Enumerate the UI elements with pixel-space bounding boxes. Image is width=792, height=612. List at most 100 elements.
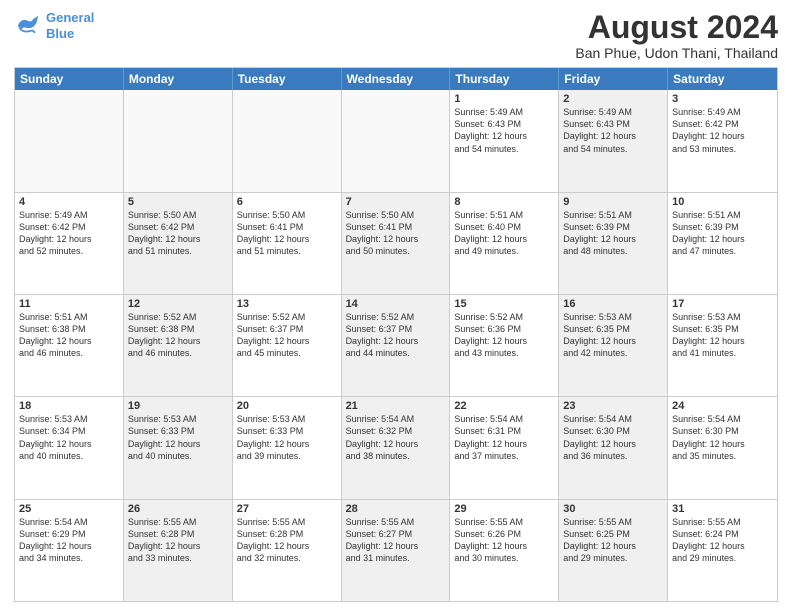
day-cell-11: 11Sunrise: 5:51 AM Sunset: 6:38 PM Dayli…: [15, 295, 124, 396]
day-info: Sunrise: 5:49 AM Sunset: 6:43 PM Dayligh…: [454, 106, 554, 155]
day-number: 22: [454, 400, 554, 412]
day-number: 25: [19, 503, 119, 515]
day-info: Sunrise: 5:50 AM Sunset: 6:41 PM Dayligh…: [346, 209, 446, 258]
day-cell-12: 12Sunrise: 5:52 AM Sunset: 6:38 PM Dayli…: [124, 295, 233, 396]
day-number: 30: [563, 503, 663, 515]
day-info: Sunrise: 5:52 AM Sunset: 6:38 PM Dayligh…: [128, 311, 228, 360]
day-header-saturday: Saturday: [668, 68, 777, 90]
day-cell-14: 14Sunrise: 5:52 AM Sunset: 6:37 PM Dayli…: [342, 295, 451, 396]
day-info: Sunrise: 5:51 AM Sunset: 6:39 PM Dayligh…: [563, 209, 663, 258]
day-header-sunday: Sunday: [15, 68, 124, 90]
day-cell-22: 22Sunrise: 5:54 AM Sunset: 6:31 PM Dayli…: [450, 397, 559, 498]
day-cell-19: 19Sunrise: 5:53 AM Sunset: 6:33 PM Dayli…: [124, 397, 233, 498]
day-header-friday: Friday: [559, 68, 668, 90]
day-header-tuesday: Tuesday: [233, 68, 342, 90]
day-cell-31: 31Sunrise: 5:55 AM Sunset: 6:24 PM Dayli…: [668, 500, 777, 601]
day-info: Sunrise: 5:53 AM Sunset: 6:33 PM Dayligh…: [128, 413, 228, 462]
day-cell-15: 15Sunrise: 5:52 AM Sunset: 6:36 PM Dayli…: [450, 295, 559, 396]
day-cell-17: 17Sunrise: 5:53 AM Sunset: 6:35 PM Dayli…: [668, 295, 777, 396]
day-cell-8: 8Sunrise: 5:51 AM Sunset: 6:40 PM Daylig…: [450, 193, 559, 294]
day-info: Sunrise: 5:51 AM Sunset: 6:40 PM Dayligh…: [454, 209, 554, 258]
day-cell-23: 23Sunrise: 5:54 AM Sunset: 6:30 PM Dayli…: [559, 397, 668, 498]
week-row-2: 4Sunrise: 5:49 AM Sunset: 6:42 PM Daylig…: [15, 192, 777, 294]
day-cell-4: 4Sunrise: 5:49 AM Sunset: 6:42 PM Daylig…: [15, 193, 124, 294]
day-info: Sunrise: 5:50 AM Sunset: 6:42 PM Dayligh…: [128, 209, 228, 258]
day-number: 12: [128, 298, 228, 310]
logo-line2: Blue: [46, 26, 74, 41]
day-info: Sunrise: 5:55 AM Sunset: 6:27 PM Dayligh…: [346, 516, 446, 565]
day-number: 31: [672, 503, 773, 515]
day-cell-27: 27Sunrise: 5:55 AM Sunset: 6:28 PM Dayli…: [233, 500, 342, 601]
day-info: Sunrise: 5:55 AM Sunset: 6:26 PM Dayligh…: [454, 516, 554, 565]
empty-cell: [15, 90, 124, 191]
header: General Blue August 2024 Ban Phue, Udon …: [14, 10, 778, 61]
empty-cell: [233, 90, 342, 191]
page: General Blue August 2024 Ban Phue, Udon …: [0, 0, 792, 612]
day-cell-13: 13Sunrise: 5:52 AM Sunset: 6:37 PM Dayli…: [233, 295, 342, 396]
calendar-body: 1Sunrise: 5:49 AM Sunset: 6:43 PM Daylig…: [15, 90, 777, 601]
week-row-5: 25Sunrise: 5:54 AM Sunset: 6:29 PM Dayli…: [15, 499, 777, 601]
logo-text: General Blue: [46, 10, 94, 41]
day-cell-30: 30Sunrise: 5:55 AM Sunset: 6:25 PM Dayli…: [559, 500, 668, 601]
day-number: 13: [237, 298, 337, 310]
logo: General Blue: [14, 10, 94, 41]
day-info: Sunrise: 5:50 AM Sunset: 6:41 PM Dayligh…: [237, 209, 337, 258]
day-number: 6: [237, 196, 337, 208]
location: Ban Phue, Udon Thani, Thailand: [575, 45, 778, 61]
day-number: 24: [672, 400, 773, 412]
day-info: Sunrise: 5:49 AM Sunset: 6:42 PM Dayligh…: [19, 209, 119, 258]
week-row-4: 18Sunrise: 5:53 AM Sunset: 6:34 PM Dayli…: [15, 396, 777, 498]
day-number: 15: [454, 298, 554, 310]
day-info: Sunrise: 5:52 AM Sunset: 6:37 PM Dayligh…: [237, 311, 337, 360]
day-info: Sunrise: 5:55 AM Sunset: 6:28 PM Dayligh…: [128, 516, 228, 565]
day-number: 11: [19, 298, 119, 310]
week-row-1: 1Sunrise: 5:49 AM Sunset: 6:43 PM Daylig…: [15, 90, 777, 191]
day-info: Sunrise: 5:51 AM Sunset: 6:39 PM Dayligh…: [672, 209, 773, 258]
day-info: Sunrise: 5:55 AM Sunset: 6:28 PM Dayligh…: [237, 516, 337, 565]
empty-cell: [124, 90, 233, 191]
day-number: 14: [346, 298, 446, 310]
day-cell-3: 3Sunrise: 5:49 AM Sunset: 6:42 PM Daylig…: [668, 90, 777, 191]
day-cell-29: 29Sunrise: 5:55 AM Sunset: 6:26 PM Dayli…: [450, 500, 559, 601]
day-info: Sunrise: 5:55 AM Sunset: 6:25 PM Dayligh…: [563, 516, 663, 565]
day-number: 5: [128, 196, 228, 208]
day-cell-20: 20Sunrise: 5:53 AM Sunset: 6:33 PM Dayli…: [233, 397, 342, 498]
day-number: 23: [563, 400, 663, 412]
day-cell-18: 18Sunrise: 5:53 AM Sunset: 6:34 PM Dayli…: [15, 397, 124, 498]
day-info: Sunrise: 5:52 AM Sunset: 6:36 PM Dayligh…: [454, 311, 554, 360]
day-number: 17: [672, 298, 773, 310]
day-cell-2: 2Sunrise: 5:49 AM Sunset: 6:43 PM Daylig…: [559, 90, 668, 191]
day-number: 1: [454, 93, 554, 105]
day-cell-21: 21Sunrise: 5:54 AM Sunset: 6:32 PM Dayli…: [342, 397, 451, 498]
day-number: 2: [563, 93, 663, 105]
logo-line1: General: [46, 10, 94, 25]
month-year: August 2024: [575, 10, 778, 45]
day-number: 8: [454, 196, 554, 208]
day-number: 18: [19, 400, 119, 412]
day-cell-16: 16Sunrise: 5:53 AM Sunset: 6:35 PM Dayli…: [559, 295, 668, 396]
day-number: 27: [237, 503, 337, 515]
title-block: August 2024 Ban Phue, Udon Thani, Thaila…: [575, 10, 778, 61]
day-info: Sunrise: 5:54 AM Sunset: 6:30 PM Dayligh…: [563, 413, 663, 462]
day-cell-24: 24Sunrise: 5:54 AM Sunset: 6:30 PM Dayli…: [668, 397, 777, 498]
day-cell-26: 26Sunrise: 5:55 AM Sunset: 6:28 PM Dayli…: [124, 500, 233, 601]
day-info: Sunrise: 5:49 AM Sunset: 6:43 PM Dayligh…: [563, 106, 663, 155]
day-info: Sunrise: 5:51 AM Sunset: 6:38 PM Dayligh…: [19, 311, 119, 360]
day-number: 21: [346, 400, 446, 412]
day-info: Sunrise: 5:55 AM Sunset: 6:24 PM Dayligh…: [672, 516, 773, 565]
day-cell-7: 7Sunrise: 5:50 AM Sunset: 6:41 PM Daylig…: [342, 193, 451, 294]
day-info: Sunrise: 5:54 AM Sunset: 6:31 PM Dayligh…: [454, 413, 554, 462]
week-row-3: 11Sunrise: 5:51 AM Sunset: 6:38 PM Dayli…: [15, 294, 777, 396]
day-info: Sunrise: 5:54 AM Sunset: 6:29 PM Dayligh…: [19, 516, 119, 565]
day-info: Sunrise: 5:53 AM Sunset: 6:35 PM Dayligh…: [672, 311, 773, 360]
logo-icon: [14, 14, 42, 38]
day-number: 29: [454, 503, 554, 515]
day-info: Sunrise: 5:53 AM Sunset: 6:35 PM Dayligh…: [563, 311, 663, 360]
calendar: SundayMondayTuesdayWednesdayThursdayFrid…: [14, 67, 778, 602]
day-cell-10: 10Sunrise: 5:51 AM Sunset: 6:39 PM Dayli…: [668, 193, 777, 294]
day-number: 9: [563, 196, 663, 208]
day-header-wednesday: Wednesday: [342, 68, 451, 90]
day-number: 20: [237, 400, 337, 412]
empty-cell: [342, 90, 451, 191]
day-info: Sunrise: 5:53 AM Sunset: 6:34 PM Dayligh…: [19, 413, 119, 462]
